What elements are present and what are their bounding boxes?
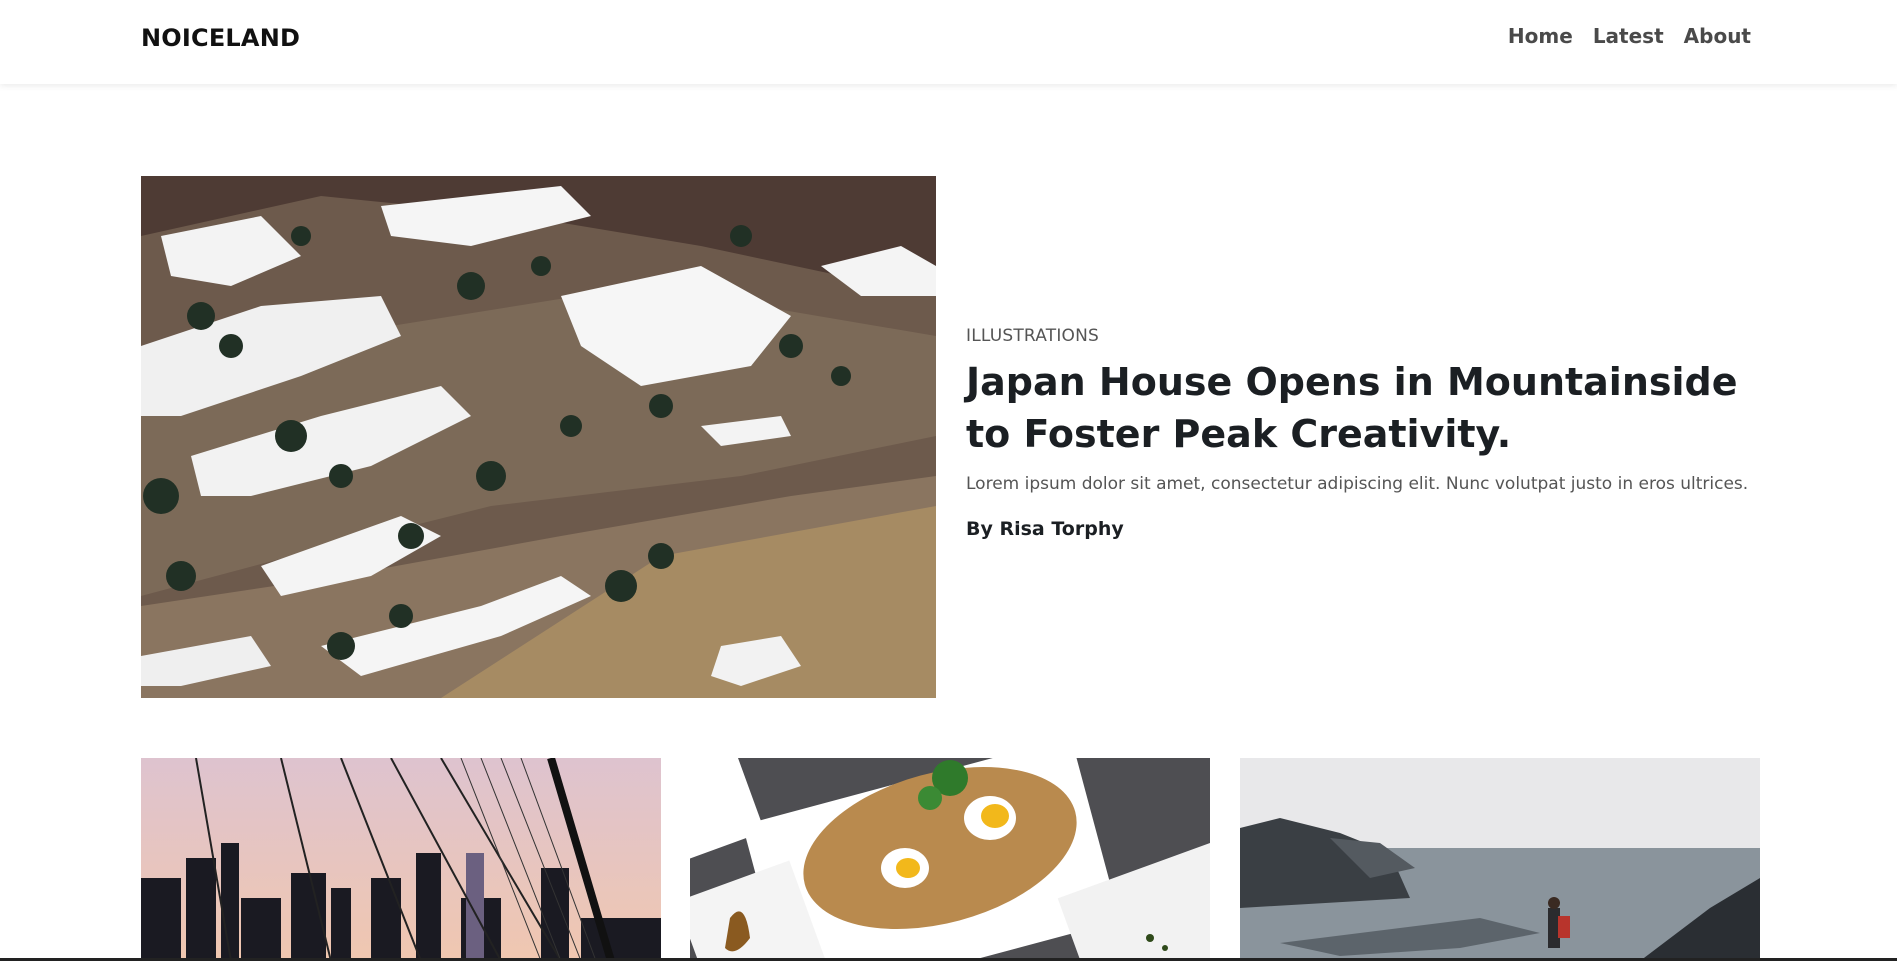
card-image-food-plate[interactable] bbox=[690, 758, 1210, 961]
card-image-city-bridge[interactable] bbox=[141, 758, 661, 961]
brand-logo[interactable]: NOICELAND bbox=[141, 24, 300, 52]
card-image-coastal-hiker[interactable] bbox=[1240, 758, 1760, 961]
article-byline: By Risa Torphy bbox=[966, 518, 1124, 540]
nav-link-latest[interactable]: Latest bbox=[1593, 24, 1664, 48]
featured-mountain-image[interactable] bbox=[141, 176, 936, 698]
featured-article: ILLUSTRATIONS Japan House Opens in Mount… bbox=[966, 326, 1766, 540]
main-nav: Home Latest About bbox=[1508, 24, 1751, 48]
article-category[interactable]: ILLUSTRATIONS bbox=[966, 326, 1766, 346]
nav-link-about[interactable]: About bbox=[1684, 24, 1751, 48]
nav-link-home[interactable]: Home bbox=[1508, 24, 1573, 48]
top-navbar: NOICELAND Home Latest About bbox=[0, 0, 1897, 84]
article-headline[interactable]: Japan House Opens in Mountainside to Fos… bbox=[966, 356, 1766, 460]
article-excerpt: Lorem ipsum dolor sit amet, consectetur … bbox=[966, 474, 1749, 494]
